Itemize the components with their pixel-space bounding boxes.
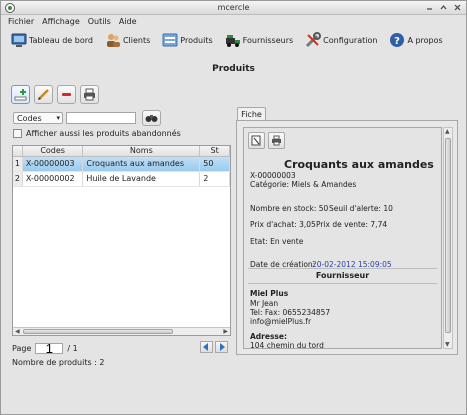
printer-icon [84, 88, 95, 101]
export-sheet-button[interactable] [248, 132, 265, 149]
menu-outils[interactable]: Outils [85, 16, 116, 29]
arrow-right-icon [220, 343, 225, 351]
chevron-down-icon: ▾ [56, 114, 60, 122]
delete-product-button[interactable] [57, 85, 76, 104]
menu-aide[interactable]: Aide [116, 16, 142, 29]
page-navigation [200, 341, 228, 353]
table-header: Codes Noms St [13, 146, 230, 157]
toolbar-dashboard[interactable]: Tableau de bord [11, 32, 93, 48]
product-name: Croquants aux amandes [284, 158, 434, 171]
supplier-phone: Tel: Fax: 0655234857 [250, 308, 331, 317]
product-stock: Nombre en stock: 50 [250, 204, 329, 213]
clients-icon [105, 32, 121, 48]
supplier-address-label: Adresse: [250, 332, 287, 341]
search-input[interactable] [66, 112, 136, 124]
app-window: mcercle Fichier Affichage Outils Aide Ta… [0, 0, 467, 415]
remove-icon [62, 93, 71, 96]
sheet-vertical-scrollbar[interactable]: ▲ ▼ [443, 127, 453, 349]
page-title: Produits [212, 64, 255, 74]
show-abandoned-checkbox[interactable] [13, 129, 22, 138]
supplier-contact: Mr Jean [250, 299, 279, 308]
main-toolbar: Tableau de bord Clients Produits Fournis… [1, 29, 466, 51]
tab-fiche[interactable]: Fiche [237, 107, 266, 121]
page-number-input[interactable] [35, 343, 64, 354]
dashboard-icon [11, 32, 27, 48]
table-row[interactable]: 2 X-00000002 Huile de Lavande 2 [13, 172, 230, 187]
maximize-icon[interactable] [439, 3, 448, 12]
pager: Page / 1 [12, 343, 78, 354]
search-row: Codes ▾ [13, 110, 161, 126]
printer-icon [272, 135, 281, 146]
menu-affichage[interactable]: Affichage [39, 16, 85, 29]
toolbar-clients[interactable]: Clients [105, 32, 150, 48]
row-number-header [13, 146, 23, 156]
scrollbar-thumb[interactable] [23, 329, 173, 334]
print-product-button[interactable] [80, 85, 99, 104]
toolbar-configuration[interactable]: Configuration [305, 32, 377, 48]
toolbar-a-propos[interactable]: ? A propos [389, 32, 443, 48]
supplier-address: 104 chemin du tord [250, 341, 324, 349]
scrollbar-thumb[interactable] [445, 138, 451, 333]
product-code: X-00000003 [250, 171, 296, 180]
help-icon: ? [389, 32, 405, 48]
divider [248, 268, 437, 269]
scroll-left-icon[interactable]: ◀ [15, 328, 20, 335]
search-button[interactable] [142, 110, 161, 126]
title-bar[interactable]: mcercle [1, 1, 466, 15]
product-sell-price: Prix de vente: 7,74 [316, 220, 388, 229]
product-sheet: Croquants aux amandes X-00000003 Catégor… [243, 127, 442, 349]
arrow-left-icon [203, 343, 208, 351]
toolbar-produits[interactable]: Produits [162, 32, 213, 48]
tools-icon [305, 32, 322, 48]
product-alert-threshold: Seuil d'alerte: 10 [329, 204, 393, 213]
window-title: mcercle [217, 3, 250, 12]
add-product-button[interactable] [11, 85, 30, 104]
edit-product-button[interactable] [34, 85, 53, 104]
svg-text:?: ? [395, 36, 401, 47]
show-abandoned-label: Afficher aussi les produits abandonnés [26, 129, 181, 138]
scroll-up-icon[interactable]: ▲ [445, 128, 450, 135]
products-table: Codes Noms St 1 X-00000003 Croquants aux… [12, 145, 231, 336]
toolbar-fournisseurs[interactable]: Fournisseurs [225, 32, 293, 48]
add-icon [14, 89, 27, 101]
products-icon [162, 32, 178, 48]
product-actions [11, 85, 99, 104]
scroll-down-icon[interactable]: ▼ [445, 341, 450, 348]
product-buy-price: Prix d'achat: 3,05 [250, 220, 316, 229]
scroll-right-icon[interactable]: ▶ [223, 328, 228, 335]
supplier-name: Miel Plus [250, 289, 289, 298]
divider [248, 283, 437, 284]
table-horizontal-scrollbar[interactable]: ◀ ▶ [13, 327, 230, 335]
column-header-codes[interactable]: Codes [23, 146, 84, 156]
show-abandoned-row: Afficher aussi les produits abandonnés [13, 129, 181, 138]
menu-bar: Fichier Affichage Outils Aide [1, 16, 466, 29]
product-category: Catégorie: Miels & Amandes [250, 180, 357, 189]
supplier-section-title: Fournisseur [315, 271, 370, 280]
product-count: Nombre de produits : 2 [12, 358, 105, 367]
column-header-noms[interactable]: Noms [83, 146, 201, 156]
search-field-select[interactable]: Codes ▾ [13, 112, 63, 124]
minimize-icon[interactable] [425, 3, 434, 12]
print-sheet-button[interactable] [268, 132, 285, 149]
suppliers-icon [225, 32, 241, 48]
product-state: Etat: En vente [250, 237, 304, 246]
previous-page-button[interactable] [200, 341, 213, 353]
supplier-email: info@mielPlus.fr [250, 317, 312, 326]
page-label: Page [12, 344, 32, 353]
document-edit-icon [251, 135, 261, 146]
table-row[interactable]: 1 X-00000003 Croquants aux amandes 50 [13, 157, 230, 172]
pencil-icon [38, 89, 49, 100]
close-icon[interactable] [453, 3, 462, 12]
next-page-button[interactable] [215, 341, 228, 353]
column-header-stock[interactable]: St [200, 146, 230, 156]
menu-fichier[interactable]: Fichier [5, 16, 39, 29]
binoculars-icon [145, 115, 158, 122]
page-total: / 1 [67, 344, 78, 353]
fiche-panel: Croquants aux amandes X-00000003 Catégor… [236, 120, 458, 355]
